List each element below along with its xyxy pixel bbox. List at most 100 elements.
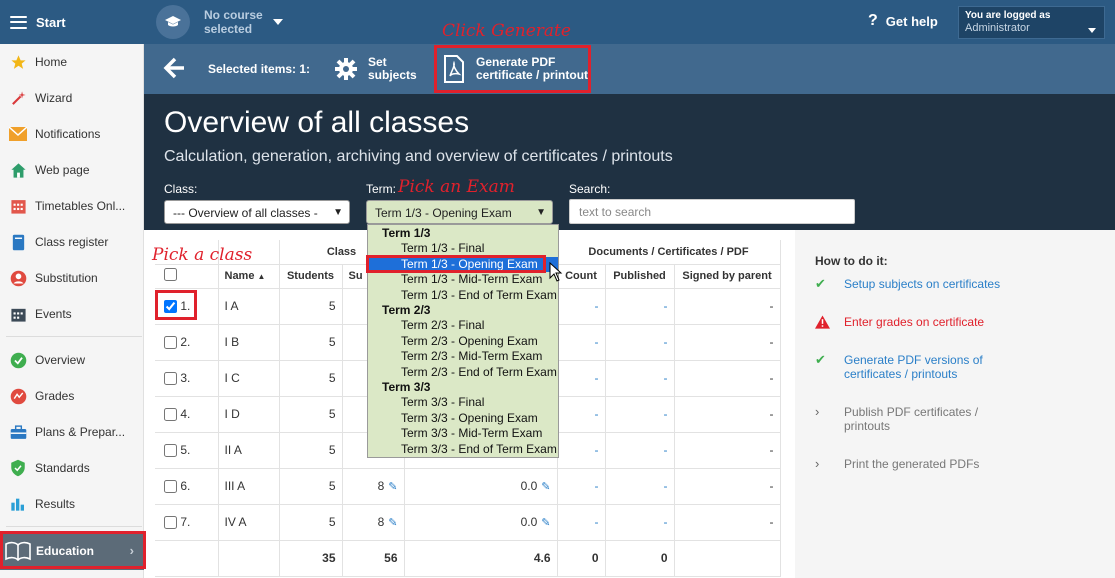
- toolbar: Selected items: 1: Set subjects Generate …: [144, 44, 1115, 94]
- row-checkbox[interactable]: [164, 408, 177, 422]
- row-published[interactable]: -: [605, 324, 675, 361]
- sidebar-item-wizard[interactable]: Wizard: [0, 83, 144, 113]
- row-checkbox[interactable]: [164, 444, 177, 458]
- dropdown-option[interactable]: Term 3/3 - Mid-Term Exam: [368, 426, 558, 441]
- step-text: Generate PDF versions of certificates / …: [844, 353, 983, 381]
- dropdown-option[interactable]: Term 3/3 - Opening Exam: [368, 411, 558, 426]
- annotation-pick-exam: Pick an Exam: [398, 177, 515, 197]
- row-published[interactable]: -: [605, 432, 675, 469]
- sidebar-item-label: Plans & Prepar...: [35, 425, 126, 439]
- dropdown-option[interactable]: Term 1/3 - End of Term Exam: [368, 288, 558, 303]
- graduation-cap-icon: [156, 5, 190, 39]
- start-button[interactable]: Start: [0, 0, 144, 44]
- row-checkbox[interactable]: [164, 516, 177, 530]
- row-name: IV A: [218, 504, 280, 541]
- sidebar-item-web-page[interactable]: Web page: [0, 155, 144, 185]
- total-avg: 4.6: [404, 540, 558, 577]
- pencil-icon[interactable]: ✎: [388, 481, 397, 493]
- dropdown-group-label: Term 3/3: [382, 380, 431, 394]
- sidebar-item-results[interactable]: Results: [0, 489, 144, 519]
- term-select-value: Term 1/3 - Opening Exam: [375, 206, 512, 220]
- dropdown-option[interactable]: Term 2/3 - Final: [368, 318, 558, 333]
- row-published[interactable]: -: [605, 468, 675, 505]
- sidebar-item-label: Grades: [35, 389, 75, 403]
- sidebar-item-label: Substitution: [35, 271, 98, 285]
- user-menu[interactable]: You are logged as Administrator: [958, 6, 1105, 39]
- sidebar-item-home[interactable]: Home: [0, 47, 144, 77]
- row-count[interactable]: -: [557, 324, 606, 361]
- row-published[interactable]: -: [605, 396, 675, 433]
- sidebar-item-substitution[interactable]: Substitution: [0, 263, 144, 293]
- row-checkbox[interactable]: [164, 372, 177, 386]
- sidebar-item-plans[interactable]: Plans & Prepar...: [0, 417, 144, 447]
- row-published[interactable]: -: [605, 288, 675, 325]
- row-published[interactable]: -: [605, 360, 675, 397]
- row-count[interactable]: -: [557, 360, 606, 397]
- step-generate-pdf[interactable]: ✔ Generate PDF versions of certificates …: [815, 352, 994, 382]
- howto-title: How to do it:: [815, 254, 888, 268]
- check-icon: ✔: [815, 276, 826, 291]
- dropdown-option[interactable]: Term 3/3 - Final: [368, 395, 558, 410]
- dropdown-option[interactable]: Term 1/3 - Mid-Term Exam: [368, 272, 558, 287]
- row-index: 5.: [180, 442, 191, 457]
- sort-up-icon: ▲: [257, 272, 266, 281]
- house-icon: [9, 161, 27, 179]
- row-signed: -: [674, 468, 781, 505]
- sidebar-item-standards[interactable]: Standards: [0, 453, 144, 483]
- dropdown-option[interactable]: Term 3/3 - End of Term Exam: [368, 442, 558, 457]
- col-signed: Signed by parent: [674, 264, 781, 289]
- sidebar-item-overview[interactable]: Overview: [0, 345, 144, 375]
- chevron-down-icon: [272, 19, 283, 25]
- total-students: 35: [279, 540, 343, 577]
- search-input[interactable]: text to search: [569, 199, 855, 224]
- check-icon: ✔: [815, 352, 826, 367]
- row-count[interactable]: -: [557, 504, 606, 541]
- set-subjects-button[interactable]: Set subjects: [334, 48, 417, 90]
- row-checkbox[interactable]: [164, 480, 177, 494]
- col-name[interactable]: Name ▲: [218, 264, 280, 289]
- page-subtitle: Calculation, generation, archiving and o…: [164, 148, 673, 165]
- course-line2: selected: [204, 22, 253, 36]
- step-print[interactable]: › Print the generated PDFs: [815, 457, 1024, 472]
- row-published[interactable]: -: [605, 504, 675, 541]
- select-all-checkbox[interactable]: [164, 268, 177, 281]
- step-setup-subjects[interactable]: ✔ Setup subjects on certificates: [815, 276, 1024, 292]
- sidebar-item-label: Timetables Onl...: [35, 199, 126, 213]
- chevron-right-icon: ›: [815, 404, 820, 419]
- row-count[interactable]: -: [557, 288, 606, 325]
- dropdown-option[interactable]: Term 2/3 - Mid-Term Exam: [368, 349, 558, 364]
- step-publish[interactable]: › Publish PDF certificates / printouts: [815, 404, 994, 434]
- table-row[interactable]: 7. IV A 5 8 ✎ 0.0 ✎ - - -: [155, 504, 781, 541]
- row-count[interactable]: -: [557, 396, 606, 433]
- step-text: Print the generated PDFs: [844, 457, 980, 471]
- row-signed: -: [674, 288, 781, 325]
- sidebar-item-notifications[interactable]: Notifications: [0, 119, 144, 149]
- row-checkbox[interactable]: [164, 336, 177, 350]
- logged-as-label: You are logged as: [965, 10, 1051, 21]
- get-help-button[interactable]: ? Get help: [868, 12, 938, 30]
- term-select[interactable]: Term 1/3 - Opening Exam ▼: [366, 200, 553, 224]
- class-select[interactable]: --- Overview of all classes - ▼: [164, 200, 350, 224]
- sidebar-item-events[interactable]: Events: [0, 299, 144, 329]
- course-selector[interactable]: No course selected: [156, 5, 283, 39]
- sidebar-item-grades[interactable]: Grades: [0, 381, 144, 411]
- pencil-icon[interactable]: ✎: [541, 481, 550, 493]
- annotation-pick-class: Pick a class: [152, 245, 253, 265]
- back-button[interactable]: [162, 56, 186, 83]
- sidebar-item-class-register[interactable]: Class register: [0, 227, 144, 257]
- row-signed: -: [674, 504, 781, 541]
- dropdown-option[interactable]: Term 2/3 - End of Term Exam: [368, 365, 558, 380]
- row-count[interactable]: -: [557, 468, 606, 505]
- dropdown-option[interactable]: Term 2/3 - Opening Exam: [368, 334, 558, 349]
- bar-chart-icon: [9, 495, 27, 513]
- mouse-cursor-icon: [549, 262, 563, 282]
- table-row[interactable]: 6. III A 5 8 ✎ 0.0 ✎ - - -: [155, 468, 781, 505]
- pencil-icon[interactable]: ✎: [388, 517, 397, 529]
- row-index: 2.: [180, 334, 191, 349]
- sidebar-item-timetables[interactable]: Timetables Onl...: [0, 191, 144, 221]
- pencil-icon[interactable]: ✎: [541, 517, 550, 529]
- set-subjects-line2: subjects: [368, 68, 417, 82]
- row-signed: -: [674, 432, 781, 469]
- row-count[interactable]: -: [557, 432, 606, 469]
- step-enter-grades[interactable]: Enter grades on certificate: [815, 315, 1024, 332]
